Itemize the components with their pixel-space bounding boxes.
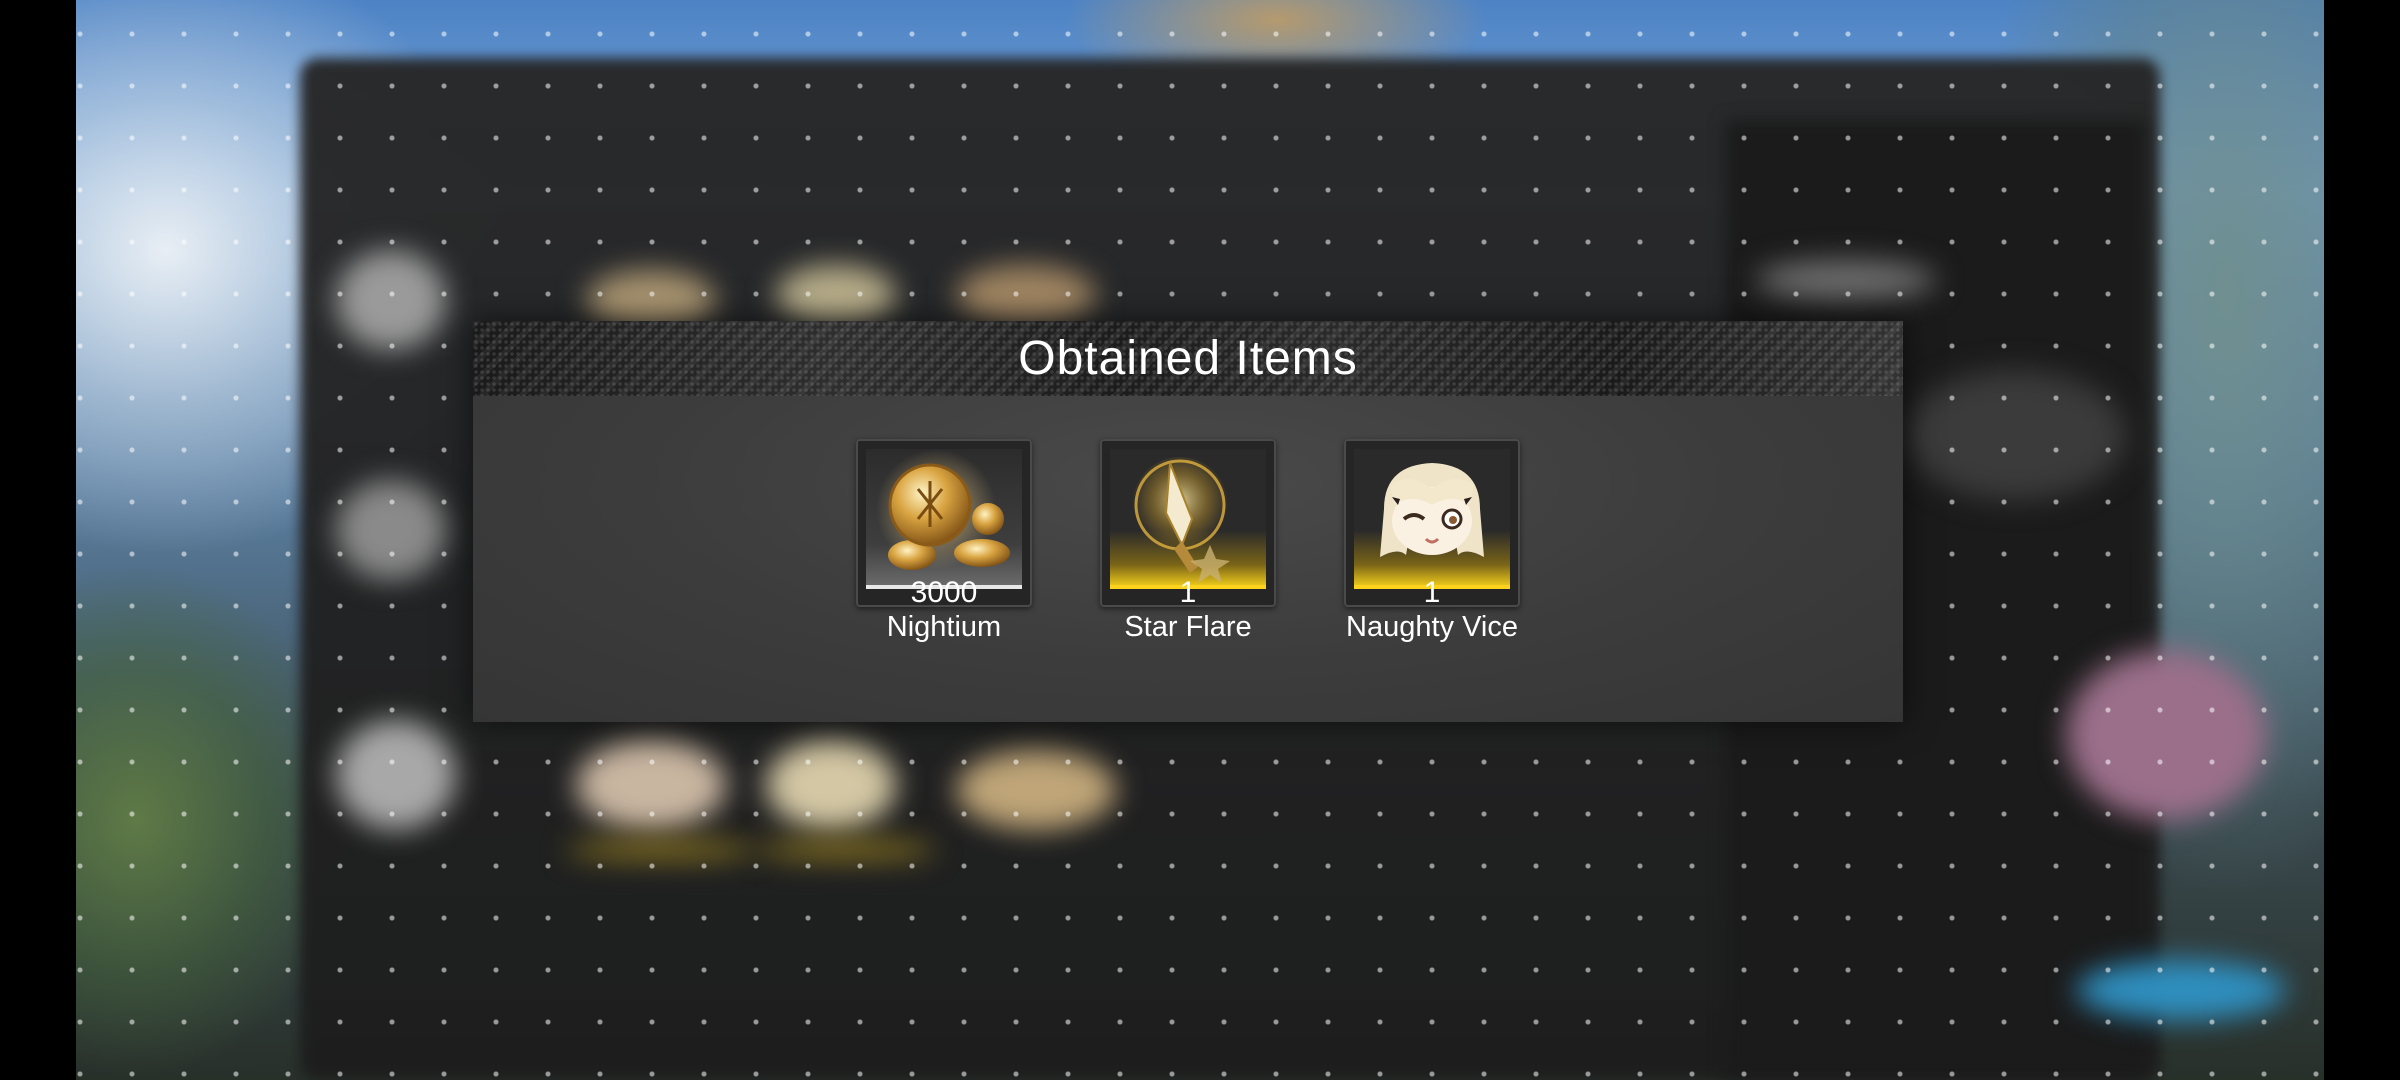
gold-coins-icon bbox=[866, 449, 1022, 585]
dialog-header: Obtained Items bbox=[473, 321, 1903, 396]
item-name: Star Flare bbox=[1124, 611, 1252, 643]
reward-item[interactable]: 1 Naughty Vice bbox=[1344, 439, 1520, 644]
chibi-character-face-icon bbox=[1354, 449, 1510, 585]
item-name: Naughty Vice bbox=[1346, 611, 1518, 643]
dialog-title: Obtained Items bbox=[1018, 332, 1358, 385]
item-frame[interactable]: 1 bbox=[1100, 439, 1276, 609]
item-quantity: 1 bbox=[1423, 576, 1441, 609]
reward-item[interactable]: 1 Star Flare bbox=[1100, 439, 1276, 644]
reward-item[interactable]: 3000 Nightium bbox=[856, 439, 1032, 644]
item-frame[interactable]: 3000 bbox=[856, 439, 1032, 609]
item-quantity: 1 bbox=[1179, 576, 1197, 609]
obtained-items-list: 3000 Nightium 1 Star Flare 1 Naughty Vic… bbox=[473, 439, 1903, 644]
item-frame[interactable]: 1 bbox=[1344, 439, 1520, 609]
game-screen: Obtained Items 3000 Nightium 1 Star Flar… bbox=[0, 0, 2400, 1080]
item-quantity: 3000 bbox=[910, 576, 978, 609]
star-flare-weapon-icon bbox=[1110, 449, 1266, 585]
item-name: Nightium bbox=[886, 611, 1002, 643]
obtained-items-dialog[interactable]: Obtained Items 3000 Nightium 1 Star Flar… bbox=[473, 321, 1903, 722]
